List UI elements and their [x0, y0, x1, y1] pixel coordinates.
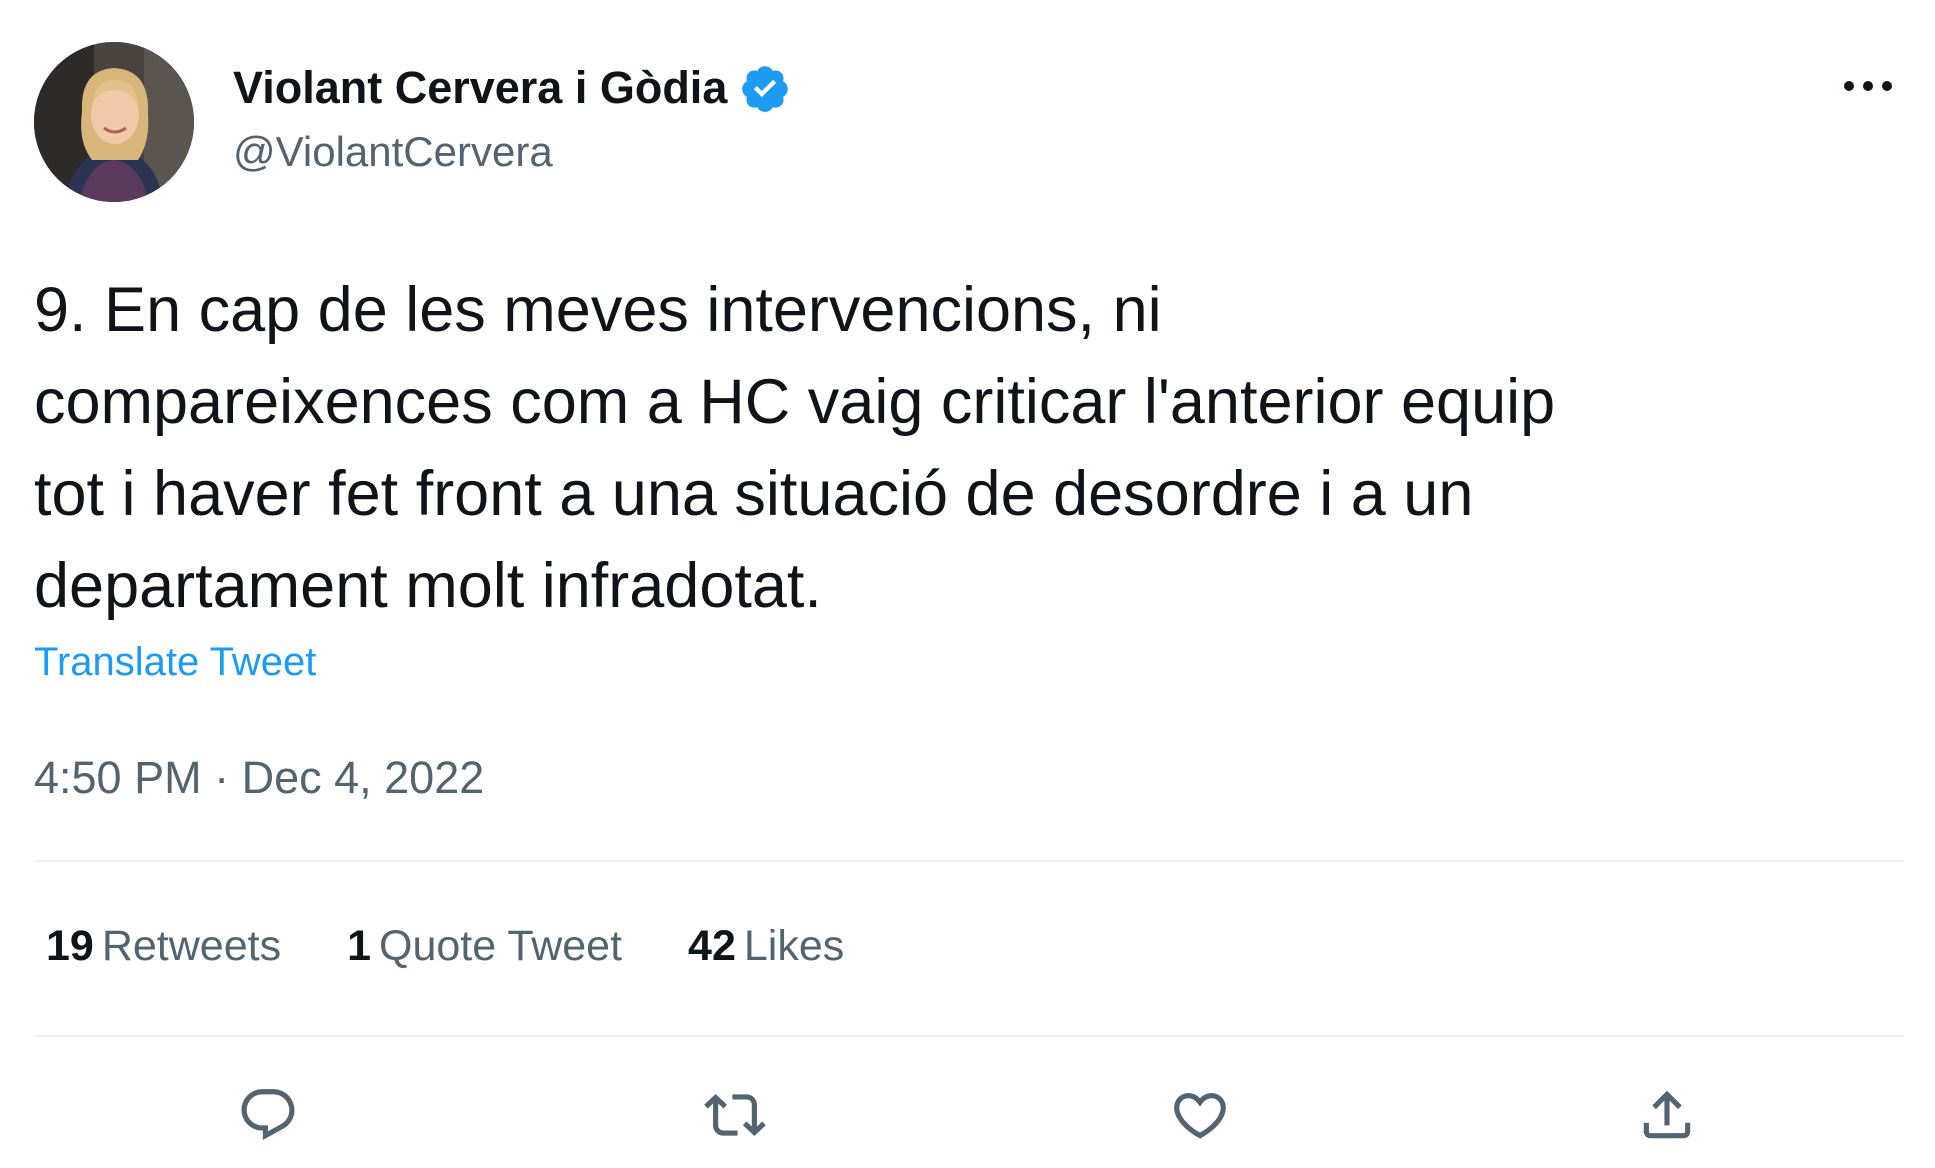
author-handle[interactable]: @ViolantCervera: [233, 128, 553, 176]
tweet-timestamp[interactable]: 4:50 PM · Dec 4, 2022: [34, 752, 484, 804]
reply-button[interactable]: [233, 1080, 303, 1150]
quote-tweets-stat[interactable]: 1 Quote Tweet: [347, 922, 622, 971]
likes-count: 42: [688, 922, 736, 970]
more-dots-icon: [1844, 81, 1892, 91]
reply-icon: [241, 1089, 295, 1141]
like-icon: [1174, 1093, 1226, 1139]
divider: [34, 860, 1904, 862]
verified-badge-icon: [739, 62, 791, 114]
avatar-image: [34, 42, 194, 202]
retweets-count: 19: [46, 922, 94, 970]
share-icon: [1643, 1090, 1691, 1139]
avatar[interactable]: [34, 42, 194, 202]
quote-tweets-count: 1: [347, 922, 372, 970]
engagement-stats: 19 Retweets 1 Quote Tweet 42 Likes: [46, 922, 910, 971]
tweet-text: 9. En cap de les meves intervencions, ni…: [34, 275, 1556, 621]
retweets-stat[interactable]: 19 Retweets: [46, 922, 281, 971]
retweets-label: Retweets: [101, 922, 282, 970]
likes-stat[interactable]: 42 Likes: [688, 922, 844, 971]
quote-tweets-label: Quote Tweet: [379, 922, 623, 970]
share-button[interactable]: [1632, 1080, 1702, 1150]
translate-tweet-link[interactable]: Translate Tweet: [34, 640, 316, 685]
like-button[interactable]: [1165, 1080, 1235, 1150]
more-options-button[interactable]: [1838, 66, 1898, 106]
tweet-card: Violant Cervera i Gòdia @ViolantCervera …: [0, 0, 1935, 1168]
action-bar: [0, 1080, 1935, 1150]
author-name-row: Violant Cervera i Gòdia: [233, 58, 791, 118]
divider: [34, 1035, 1904, 1037]
retweet-icon: [704, 1094, 766, 1136]
author-display-name[interactable]: Violant Cervera i Gòdia: [233, 62, 727, 114]
retweet-button[interactable]: [700, 1080, 770, 1150]
likes-label: Likes: [743, 922, 845, 970]
